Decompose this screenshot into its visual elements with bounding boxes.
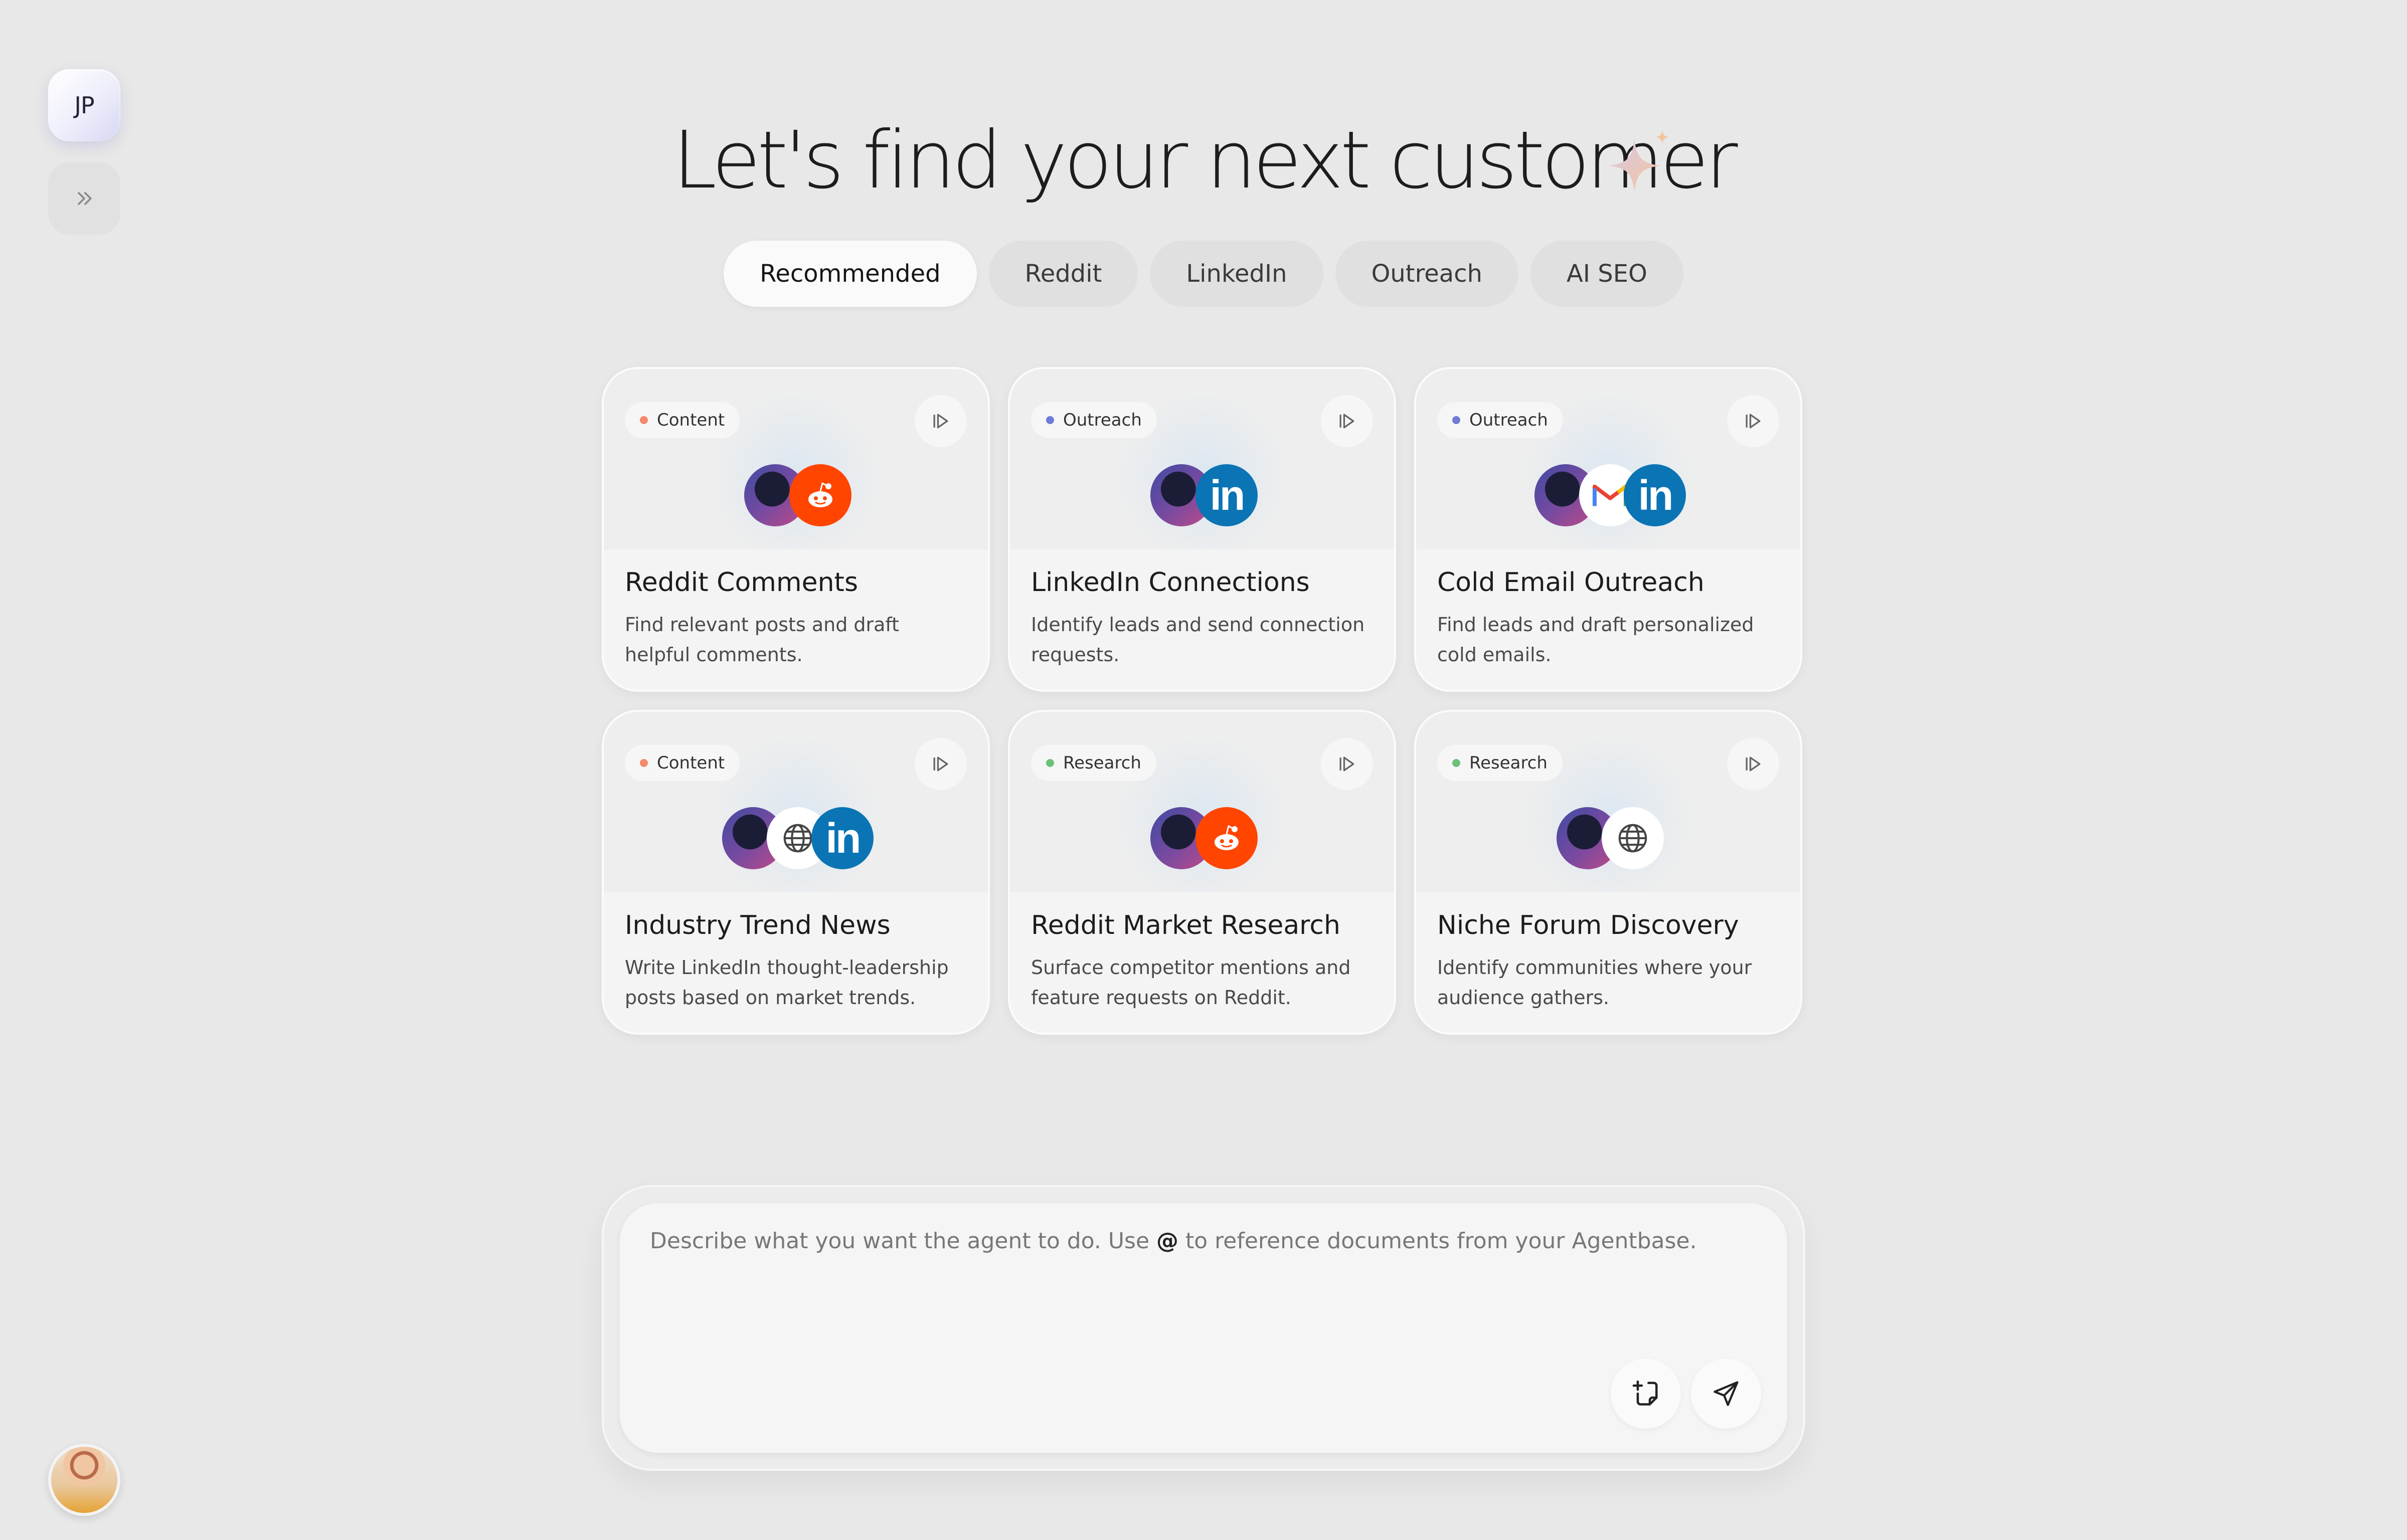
sparkle-icon	[1608, 130, 1669, 192]
card-title: Industry Trend News	[625, 910, 891, 940]
template-card-reddit-comments[interactable]: Content Reddit Comments Find relevant po…	[602, 367, 990, 692]
category-badge: Research	[1437, 745, 1563, 781]
card-description: Identify communities where your audience…	[1437, 956, 1752, 1009]
play-icon	[1339, 756, 1354, 772]
run-template-button[interactable]	[915, 395, 967, 447]
reddit-icon	[1195, 807, 1258, 869]
mention-symbol: @	[1156, 1228, 1179, 1254]
attach-button[interactable]	[1611, 1359, 1681, 1429]
card-title: Cold Email Outreach	[1437, 567, 1704, 598]
template-card-industry-trend-news[interactable]: Content in Industry Trend News Write Lin…	[602, 710, 990, 1035]
card-description: Surface competitor mentions and feature …	[1031, 956, 1351, 1009]
category-dot	[1452, 759, 1460, 767]
user-avatar[interactable]	[48, 1444, 120, 1516]
run-template-button[interactable]	[1727, 395, 1779, 447]
tab-reddit[interactable]: Reddit	[988, 241, 1138, 307]
template-card-reddit-market-research[interactable]: Research Reddit Market Research Surface …	[1008, 710, 1396, 1035]
template-card-cold-email-outreach[interactable]: Outreach in Cold Email Outreach Find lea…	[1414, 367, 1802, 692]
linkedin-icon: in	[1195, 464, 1258, 526]
card-title: Reddit Market Research	[1031, 910, 1340, 940]
placeholder-text: Describe what you want the agent to do. …	[650, 1228, 1157, 1254]
tab-linkedin[interactable]: LinkedIn	[1150, 241, 1323, 307]
category-dot	[1046, 759, 1054, 767]
category-dot	[640, 416, 648, 424]
category-label: Research	[1469, 753, 1548, 773]
category-badge: Outreach	[1031, 402, 1157, 438]
run-template-button[interactable]	[1321, 395, 1373, 447]
category-tabs: Recommended Reddit LinkedIn Outreach AI …	[0, 241, 2407, 307]
add-document-icon	[1632, 1380, 1658, 1406]
card-description: Find relevant posts and draft helpful co…	[625, 614, 900, 666]
play-icon	[1746, 756, 1761, 772]
category-badge: Content	[625, 402, 740, 438]
globe-icon	[1602, 807, 1664, 869]
category-badge: Content	[625, 745, 740, 781]
send-button[interactable]	[1691, 1359, 1761, 1429]
category-dot	[1452, 416, 1460, 424]
category-dot	[1046, 416, 1054, 424]
card-description: Identify leads and send connection reque…	[1031, 614, 1365, 666]
play-icon	[1746, 414, 1761, 429]
run-template-button[interactable]	[1321, 738, 1373, 790]
category-label: Outreach	[1469, 410, 1548, 430]
template-card-niche-forum-discovery[interactable]: Research Niche Forum Discovery Identify …	[1414, 710, 1802, 1035]
play-icon	[933, 756, 948, 772]
composer-container: Describe what you want the agent to do. …	[602, 1185, 1805, 1471]
card-title: LinkedIn Connections	[1031, 567, 1310, 598]
category-badge: Outreach	[1437, 402, 1563, 438]
card-title: Reddit Comments	[625, 567, 858, 598]
category-label: Content	[657, 410, 725, 430]
category-badge: Research	[1031, 745, 1156, 781]
play-icon	[1339, 414, 1354, 429]
run-template-button[interactable]	[1727, 738, 1779, 790]
linkedin-icon: in	[1624, 464, 1686, 526]
send-icon	[1713, 1381, 1739, 1406]
category-label: Content	[657, 753, 725, 773]
reddit-icon	[789, 464, 851, 526]
card-description: Find leads and draft personalized cold e…	[1437, 614, 1754, 666]
tab-recommended[interactable]: Recommended	[724, 241, 977, 307]
prompt-placeholder: Describe what you want the agent to do. …	[650, 1228, 1697, 1254]
prompt-input[interactable]: Describe what you want the agent to do. …	[620, 1203, 1787, 1453]
category-label: Outreach	[1063, 410, 1142, 430]
run-template-button[interactable]	[915, 738, 967, 790]
placeholder-text-end: to reference documents from your Agentba…	[1178, 1228, 1697, 1254]
template-grid: Content Reddit Comments Find relevant po…	[602, 367, 1802, 1035]
page-title: Let's find your next customer	[672, 114, 1738, 207]
play-icon	[933, 414, 948, 429]
category-dot	[640, 759, 648, 767]
card-description: Write LinkedIn thought-leadership posts …	[625, 956, 949, 1009]
template-card-linkedin-connections[interactable]: Outreach in LinkedIn Connections Identif…	[1008, 367, 1396, 692]
category-label: Research	[1063, 753, 1141, 773]
card-title: Niche Forum Discovery	[1437, 910, 1739, 940]
tab-ai-seo[interactable]: AI SEO	[1530, 241, 1683, 307]
linkedin-icon: in	[811, 807, 874, 869]
tab-outreach[interactable]: Outreach	[1335, 241, 1519, 307]
